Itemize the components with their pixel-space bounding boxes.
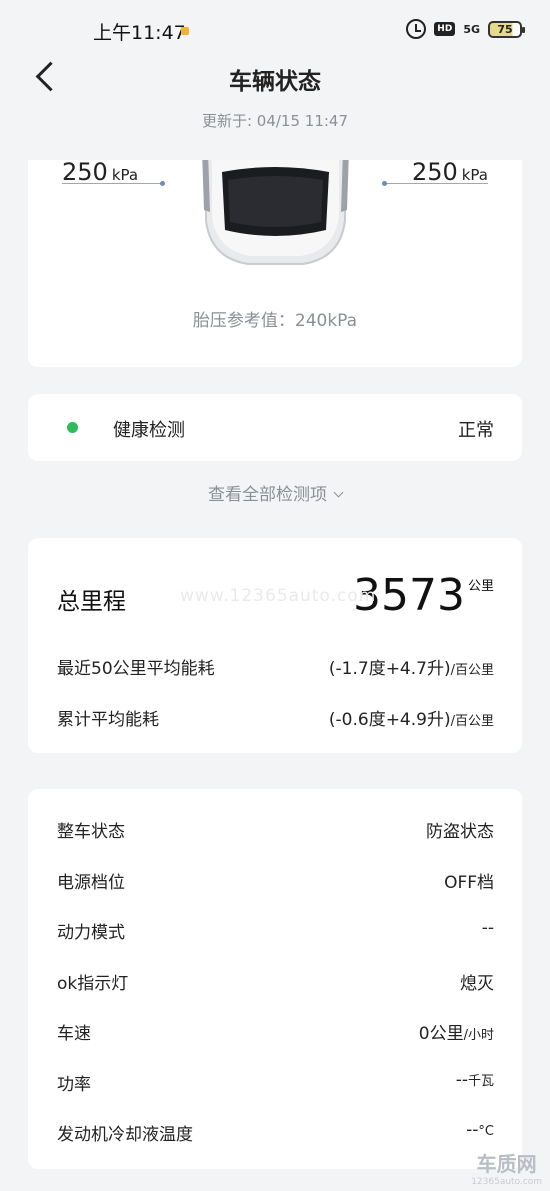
status-row-value: -- bbox=[481, 918, 494, 938]
status-row-label: ok指示灯 bbox=[57, 974, 129, 994]
status-row-unit: /小时 bbox=[463, 1028, 494, 1043]
list-item: 车速 0公里/小时 bbox=[57, 1019, 494, 1044]
list-item: 电源档位 OFF档 bbox=[57, 868, 494, 893]
health-check-value: 正常 bbox=[458, 420, 494, 441]
car-top-view bbox=[202, 160, 349, 265]
list-item: ok指示灯 熄灭 bbox=[57, 969, 494, 994]
list-item: 最近50公里平均能耗 (-1.7度+4.7升)/百公里 bbox=[57, 654, 494, 679]
list-item: 累计平均能耗 (-0.6度+4.9升)/百公里 bbox=[57, 705, 494, 730]
watermark-text: www.12365auto.com bbox=[180, 586, 377, 606]
status-row-label: 整车状态 bbox=[57, 822, 125, 842]
status-row-label: 发动机冷却液温度 bbox=[57, 1125, 193, 1145]
status-row-value: 熄灭 bbox=[460, 974, 494, 994]
alarm-icon bbox=[406, 19, 427, 39]
chevron-down-icon bbox=[333, 487, 344, 498]
battery-icon: 75 bbox=[488, 20, 525, 38]
health-check-label: 健康检测 bbox=[113, 420, 185, 441]
tire-right-dot bbox=[382, 181, 387, 186]
list-item: 功率 --千瓦 bbox=[57, 1070, 494, 1095]
total-mileage-unit: 公里 bbox=[467, 579, 494, 594]
list-item: 动力模式 -- bbox=[57, 918, 494, 943]
energy-recent-value: (-1.7度+4.7升) bbox=[328, 659, 451, 679]
status-row-value: OFF档 bbox=[444, 873, 494, 893]
status-row-value: 防盗状态 bbox=[426, 822, 494, 842]
updated-time: 更新于: 04/15 11:47 bbox=[201, 112, 349, 130]
health-status-dot-icon bbox=[67, 422, 78, 433]
notification-dot-icon bbox=[181, 27, 189, 35]
total-mileage-label: 总里程 bbox=[57, 589, 126, 615]
tire-pressure-card: 250 kPa 250 kPa 胎压参考值：240kPa bbox=[28, 160, 522, 367]
corner-watermark-url: 12365auto.com bbox=[471, 1177, 542, 1187]
energy-recent-label: 最近50公里平均能耗 bbox=[57, 659, 215, 679]
corner-watermark: 车质网 12365auto.com bbox=[471, 1148, 542, 1187]
list-item: 发动机冷却液温度 --°C bbox=[57, 1120, 494, 1145]
health-check-row[interactable]: 健康检测 正常 bbox=[28, 394, 522, 461]
view-all-label: 查看全部检测项 bbox=[208, 485, 327, 505]
tire-right-unit: kPa bbox=[461, 166, 488, 184]
tire-left-dot bbox=[160, 181, 165, 186]
tire-right-leader-line bbox=[384, 183, 488, 184]
view-all-checks-link[interactable]: 查看全部检测项 bbox=[0, 480, 550, 505]
status-row-unit: °C bbox=[478, 1124, 494, 1139]
status-row-value: -- bbox=[455, 1070, 468, 1090]
status-row-unit: 千瓦 bbox=[467, 1074, 494, 1089]
page-title: 车辆状态 bbox=[229, 69, 321, 95]
status-row-label: 动力模式 bbox=[57, 923, 125, 943]
energy-total-unit: /百公里 bbox=[450, 714, 494, 729]
status-row-value: 0公里 bbox=[418, 1024, 464, 1044]
status-icons: HD 5G 75 bbox=[406, 18, 525, 40]
hd-icon: HD bbox=[434, 22, 456, 36]
vehicle-status-card: 整车状态 防盗状态 电源档位 OFF档 动力模式 -- ok指示灯 熄灭 车速 … bbox=[28, 789, 522, 1169]
status-row-value: -- bbox=[466, 1120, 479, 1140]
tire-reference-value: 胎压参考值：240kPa bbox=[192, 311, 358, 331]
status-time: 上午11:47 bbox=[93, 22, 186, 44]
energy-recent-unit: /百公里 bbox=[450, 663, 494, 678]
status-row-label: 车速 bbox=[57, 1024, 91, 1044]
battery-level: 75 bbox=[497, 22, 513, 36]
status-row-label: 功率 bbox=[57, 1075, 91, 1095]
energy-total-label: 累计平均能耗 bbox=[57, 710, 159, 730]
list-item: 整车状态 防盗状态 bbox=[57, 817, 494, 842]
tire-left-unit: kPa bbox=[111, 166, 139, 184]
mileage-card: 总里程 3573 公里 最近50公里平均能耗 (-1.7度+4.7升)/百公里 累… bbox=[28, 538, 522, 753]
signal-5g-icon: 5G bbox=[463, 22, 480, 36]
status-row-label: 电源档位 bbox=[57, 873, 125, 893]
energy-total-value: (-0.6度+4.9升) bbox=[328, 710, 451, 730]
corner-watermark-title: 车质网 bbox=[476, 1152, 537, 1176]
tire-left-leader-line bbox=[62, 183, 164, 184]
status-bar: 上午11:47 HD 5G 75 bbox=[0, 0, 550, 60]
